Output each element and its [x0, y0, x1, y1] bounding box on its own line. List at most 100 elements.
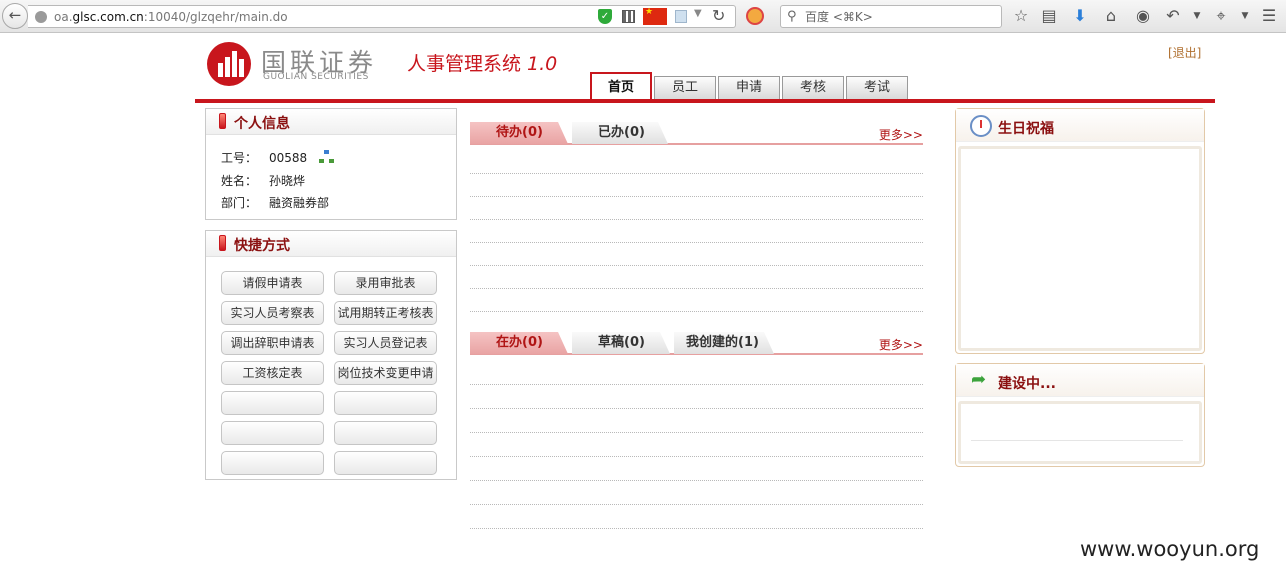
panel-marker-icon: [219, 113, 226, 129]
download-icon[interactable]: ⬇: [1070, 6, 1090, 26]
list-divider: [470, 311, 923, 312]
list-divider: [470, 408, 923, 409]
refresh-arrow-icon: ➦: [971, 369, 987, 390]
shortcut-empty[interactable]: [334, 391, 437, 415]
personal-info-panel: 个人信息 工号： 00588 姓名： 孙晓烨 部门： 融资融券部: [205, 108, 457, 220]
addon-icon[interactable]: [746, 7, 764, 25]
browser-toolbar: ← oa.glsc.com.cn:10040/glzqehr/main.do ✓…: [0, 0, 1286, 33]
birthday-content: [958, 146, 1202, 351]
reading-list-icon[interactable]: ▤: [1039, 6, 1059, 26]
birthday-panel: 生日祝福: [955, 108, 1205, 354]
info-label: 工号：: [221, 151, 258, 165]
construction-title: 建设中...: [998, 376, 1056, 392]
address-bar[interactable]: oa.glsc.com.cn:10040/glzqehr/main.do ✓ ★…: [28, 5, 736, 28]
shortcut-empty[interactable]: [221, 451, 324, 475]
info-value: 融资融券部: [269, 196, 330, 210]
birthday-header: 生日祝福: [956, 109, 1204, 142]
tab-drafts[interactable]: 草稿(0): [572, 332, 670, 354]
birthday-title: 生日祝福: [998, 121, 1054, 137]
in-progress-tabs: 在办(0) 草稿(0) 我创建的(1) 更多>>: [470, 331, 923, 355]
info-row-employee-id: 工号： 00588: [221, 149, 335, 166]
undo-icon[interactable]: ↶: [1163, 6, 1183, 26]
list-divider: [470, 456, 923, 457]
shortcut-empty[interactable]: [334, 451, 437, 475]
info-label: 姓名：: [221, 174, 258, 188]
shortcuts-header: 快捷方式: [206, 231, 456, 257]
list-divider: [470, 242, 923, 243]
search-input[interactable]: [805, 6, 995, 27]
tab-exam[interactable]: 考试: [846, 76, 908, 99]
list-divider: [470, 265, 923, 266]
crop-menu-icon[interactable]: ▼: [1235, 6, 1255, 26]
logout-link[interactable]: [退出]: [1168, 44, 1201, 61]
shortcut-leave-application[interactable]: 请假申请表: [221, 271, 324, 295]
shortcuts-title: 快捷方式: [234, 238, 290, 254]
shortcut-resignation[interactable]: 调出辞职申请表: [221, 331, 324, 355]
list-divider: [470, 196, 923, 197]
china-flag-icon: ★: [643, 8, 667, 25]
menu-icon[interactable]: ☰: [1259, 6, 1279, 26]
shortcut-intern-registration[interactable]: 实习人员登记表: [334, 331, 437, 355]
tab-in-progress[interactable]: 在办(0): [470, 332, 568, 354]
shortcut-probation-review[interactable]: 试用期转正考核表: [334, 301, 437, 325]
shortcut-position-change[interactable]: 岗位技术变更申请: [334, 361, 437, 385]
header-divider: [195, 99, 1215, 103]
list-divider: [470, 504, 923, 505]
list-divider: [470, 219, 923, 220]
tab-assessment[interactable]: 考核: [782, 76, 844, 99]
search-icon: ⚲: [787, 9, 797, 24]
shortcut-salary[interactable]: 工资核定表: [221, 361, 324, 385]
tab-done[interactable]: 已办(0): [572, 122, 668, 144]
construction-panel: ➦ 建设中...: [955, 363, 1205, 467]
watermark: www.wooyun.org: [1080, 537, 1260, 561]
qr-code-icon[interactable]: [622, 10, 635, 23]
undo-menu-icon[interactable]: ▼: [1187, 6, 1207, 26]
list-divider: [470, 528, 923, 529]
more-link-in-progress[interactable]: 更多>>: [879, 336, 923, 353]
pending-tabs: 待办(0) 已办(0) 更多>>: [470, 121, 923, 145]
chat-icon[interactable]: ◉: [1133, 6, 1153, 26]
list-divider: [470, 480, 923, 481]
list-divider: [470, 432, 923, 433]
logo-text-en: GUOLIAN SECURITIES: [263, 72, 369, 82]
personal-info-title: 个人信息: [234, 116, 290, 132]
globe-icon: [35, 11, 47, 23]
tab-applications[interactable]: 申请: [718, 76, 780, 99]
more-link-pending[interactable]: 更多>>: [879, 126, 923, 143]
personal-info-header: 个人信息: [206, 109, 456, 135]
shortcut-intern-evaluation[interactable]: 实习人员考察表: [221, 301, 324, 325]
back-button[interactable]: ←: [2, 3, 28, 29]
list-divider: [470, 384, 923, 385]
home-icon[interactable]: ⌂: [1101, 6, 1121, 26]
dropdown-arrow-icon[interactable]: ▼: [694, 8, 702, 19]
clock-icon: [970, 115, 992, 137]
page: 国联证券 GUOLIAN SECURITIES 人事管理系统 1.0 [退出] 首…: [0, 34, 1286, 561]
system-title: 人事管理系统 1.0: [407, 53, 558, 75]
tab-employees[interactable]: 员工: [654, 76, 716, 99]
url-text[interactable]: oa.glsc.com.cn:10040/glzqehr/main.do: [54, 10, 288, 24]
crop-icon[interactable]: ⌖: [1211, 6, 1231, 26]
list-divider: [470, 173, 923, 174]
info-row-department: 部门： 融资融券部: [221, 194, 329, 211]
cube-icon[interactable]: [675, 10, 687, 23]
shield-icon[interactable]: ✓: [598, 9, 612, 24]
shortcut-hiring-approval[interactable]: 录用审批表: [334, 271, 437, 295]
guolian-logo-icon: [207, 42, 251, 86]
bookmark-star-icon[interactable]: ☆: [1011, 6, 1031, 26]
construction-content: [958, 401, 1202, 464]
construction-header: ➦ 建设中...: [956, 364, 1204, 397]
info-label: 部门：: [221, 196, 258, 210]
shortcut-empty[interactable]: [221, 421, 324, 445]
reload-icon[interactable]: ↻: [712, 6, 725, 25]
org-chart-icon[interactable]: [319, 150, 335, 164]
content-divider: [971, 440, 1183, 441]
shortcut-empty[interactable]: [221, 391, 324, 415]
info-value: 孙晓烨: [269, 174, 306, 188]
list-divider: [470, 288, 923, 289]
shortcuts-panel: 快捷方式 请假申请表 录用审批表 实习人员考察表 试用期转正考核表 调出辞职申请…: [205, 230, 457, 480]
tab-pending[interactable]: 待办(0): [470, 122, 568, 144]
app-header: 国联证券 GUOLIAN SECURITIES 人事管理系统 1.0 [退出] 首…: [195, 34, 1215, 102]
tab-created-by-me[interactable]: 我创建的(1): [674, 332, 774, 354]
tab-home[interactable]: 首页: [590, 72, 652, 100]
shortcut-empty[interactable]: [334, 421, 437, 445]
